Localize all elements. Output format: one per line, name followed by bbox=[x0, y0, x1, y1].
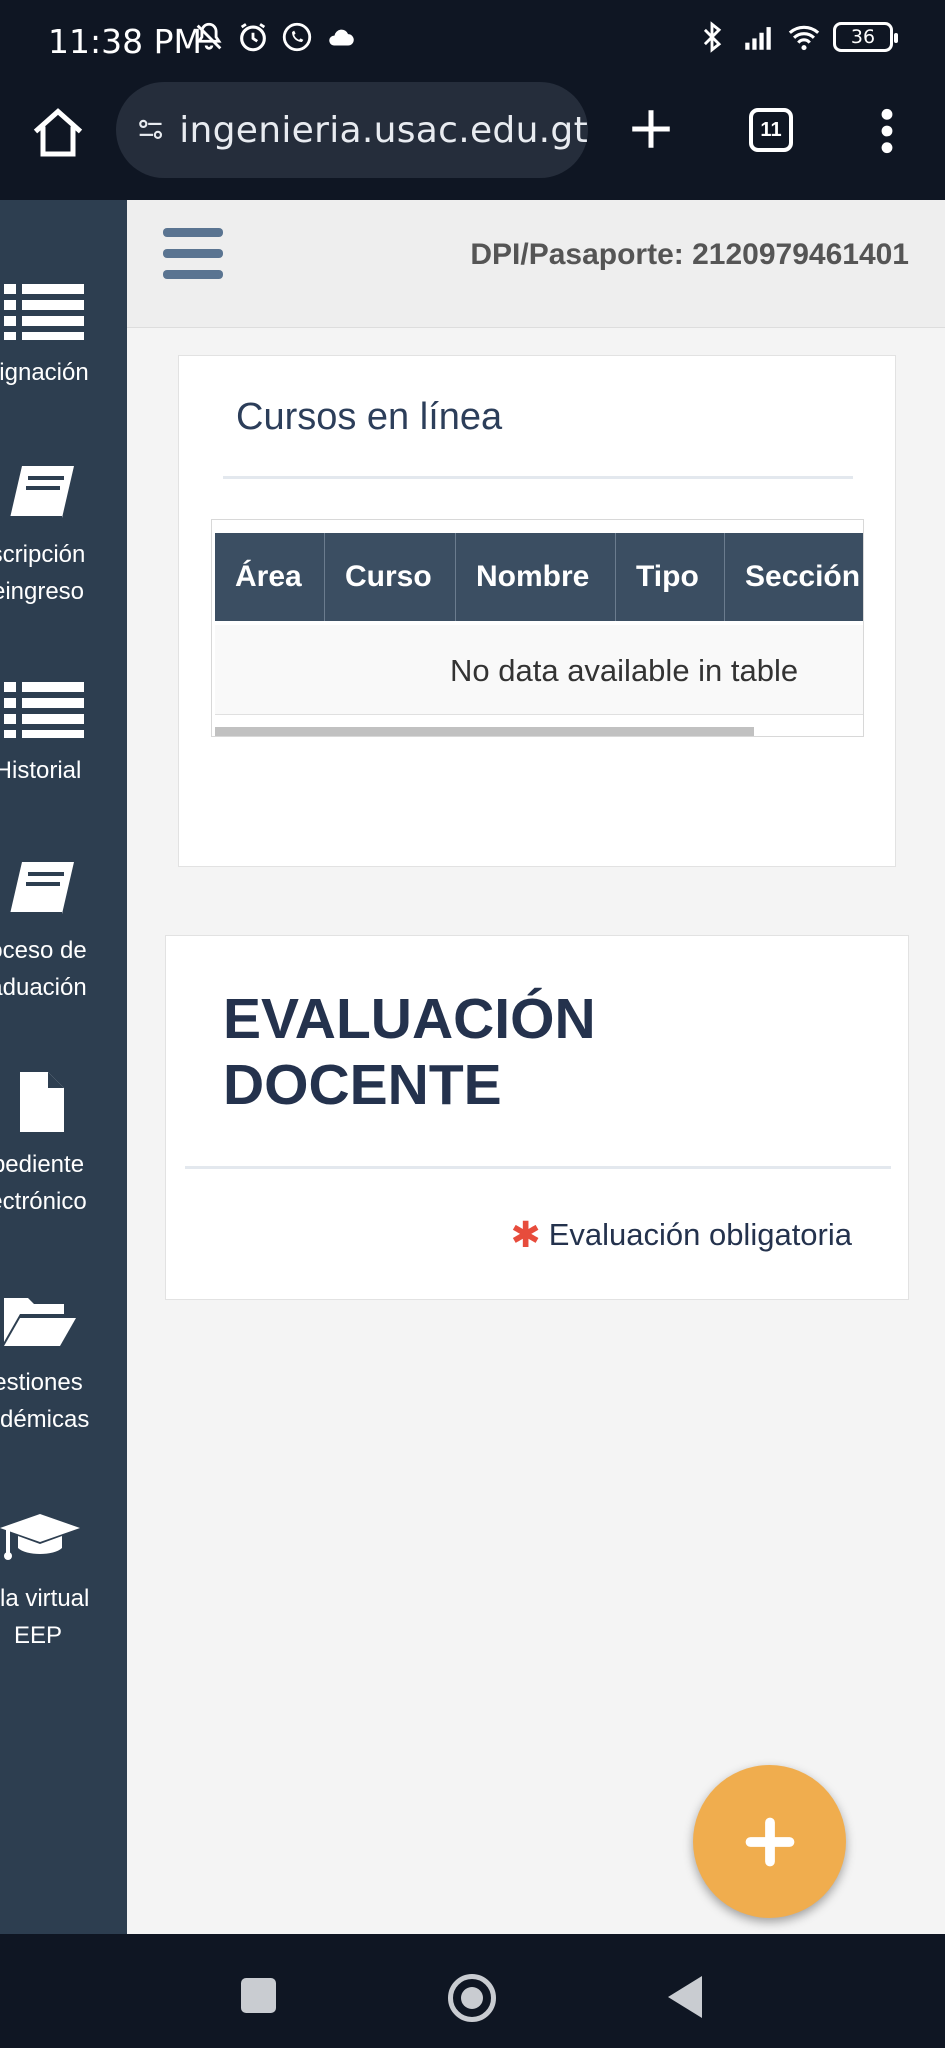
column-header-tipo[interactable]: Tipo bbox=[616, 533, 725, 621]
bluetooth-icon bbox=[703, 21, 722, 53]
tab-count: 11 bbox=[760, 118, 782, 141]
battery-icon: 36 bbox=[833, 22, 898, 52]
book-icon bbox=[10, 466, 74, 520]
recents-icon[interactable] bbox=[241, 1978, 276, 2013]
sidebar-item-label: oceso de aduación bbox=[0, 937, 87, 1001]
sidebar-item-label: signación bbox=[0, 359, 89, 386]
folder-open-icon bbox=[4, 1298, 76, 1346]
sidebar-item-label: Historial bbox=[0, 757, 82, 784]
status-icons-right: 36 bbox=[695, 20, 898, 54]
evaluacion-note: ✱ Evaluación obligatoria bbox=[511, 1214, 852, 1256]
table-header-row: Área Curso Nombre Tipo Sección bbox=[215, 533, 863, 621]
more-menu-icon[interactable] bbox=[872, 106, 902, 156]
sidebar-item-label: pediente ectrónico bbox=[0, 1151, 87, 1215]
column-header-curso[interactable]: Curso bbox=[325, 533, 456, 621]
new-tab-icon[interactable] bbox=[626, 104, 676, 154]
graduation-cap-icon bbox=[0, 1514, 80, 1560]
evaluacion-title: EVALUACIÓN DOCENTE bbox=[223, 987, 596, 1117]
url-text: ingenieria.usac.edu.gt bbox=[179, 109, 588, 151]
status-time: 11:38 PM bbox=[48, 22, 202, 61]
sidebar-item-label: estiones adémicas bbox=[0, 1369, 90, 1433]
wifi-icon bbox=[788, 25, 820, 51]
cursos-table: Área Curso Nombre Tipo Sección No data a… bbox=[211, 519, 864, 737]
file-icon bbox=[20, 1072, 64, 1132]
sidebar-item-label: scripción eingreso bbox=[0, 541, 86, 605]
tab-switcher-button[interactable]: 11 bbox=[749, 108, 793, 152]
list-icon bbox=[4, 682, 84, 738]
site-settings-icon[interactable] bbox=[136, 110, 165, 150]
signal-icon bbox=[745, 27, 771, 50]
sidebar-item-label: ula virtual EEP bbox=[0, 1585, 90, 1649]
battery-level: 36 bbox=[850, 26, 876, 48]
horizontal-scrollbar[interactable] bbox=[215, 727, 754, 736]
plus-icon bbox=[745, 1817, 794, 1866]
page-viewport: signación scripción eingreso Historial o… bbox=[0, 200, 945, 1934]
top-bar: DPI/Pasaporte: 2120979461401 bbox=[127, 200, 945, 328]
add-button[interactable] bbox=[693, 1765, 846, 1918]
evaluacion-note-text: Evaluación obligatoria bbox=[548, 1217, 852, 1252]
browser-toolbar: ingenieria.usac.edu.gt 11 bbox=[0, 82, 945, 200]
whatsapp-icon bbox=[282, 22, 312, 52]
back-icon[interactable] bbox=[668, 1976, 702, 2018]
asterisk-icon: ✱ bbox=[510, 1214, 541, 1255]
divider bbox=[185, 1166, 891, 1169]
mute-bell-icon bbox=[196, 22, 222, 50]
list-icon bbox=[4, 284, 84, 340]
system-nav-bar bbox=[0, 1934, 945, 2048]
home-nav-icon[interactable] bbox=[448, 1974, 496, 2022]
empty-table-message: No data available in table bbox=[450, 653, 799, 688]
column-header-seccion[interactable]: Sección bbox=[725, 533, 863, 621]
cursos-title: Cursos en línea bbox=[236, 396, 503, 438]
column-header-area[interactable]: Área bbox=[215, 533, 325, 621]
home-icon[interactable] bbox=[28, 104, 88, 164]
cloud-icon bbox=[329, 29, 354, 46]
status-icons-left bbox=[192, 20, 358, 54]
book-icon bbox=[10, 862, 74, 916]
dpi-label: DPI/Pasaporte: 2120979461401 bbox=[470, 238, 909, 271]
sidebar: signación scripción eingreso Historial o… bbox=[0, 200, 127, 1934]
table-row: No data available in table bbox=[215, 625, 863, 715]
column-header-nombre[interactable]: Nombre bbox=[456, 533, 616, 621]
address-bar[interactable]: ingenieria.usac.edu.gt bbox=[116, 82, 588, 178]
hamburger-menu-icon[interactable] bbox=[163, 228, 223, 282]
divider bbox=[223, 476, 853, 479]
cursos-card: Cursos en línea Área Curso Nombre Tipo S… bbox=[178, 355, 896, 867]
evaluacion-card: EVALUACIÓN DOCENTE ✱ Evaluación obligato… bbox=[165, 935, 909, 1300]
status-bar: 11:38 PM 36 bbox=[0, 0, 945, 82]
alarm-icon bbox=[240, 23, 266, 52]
